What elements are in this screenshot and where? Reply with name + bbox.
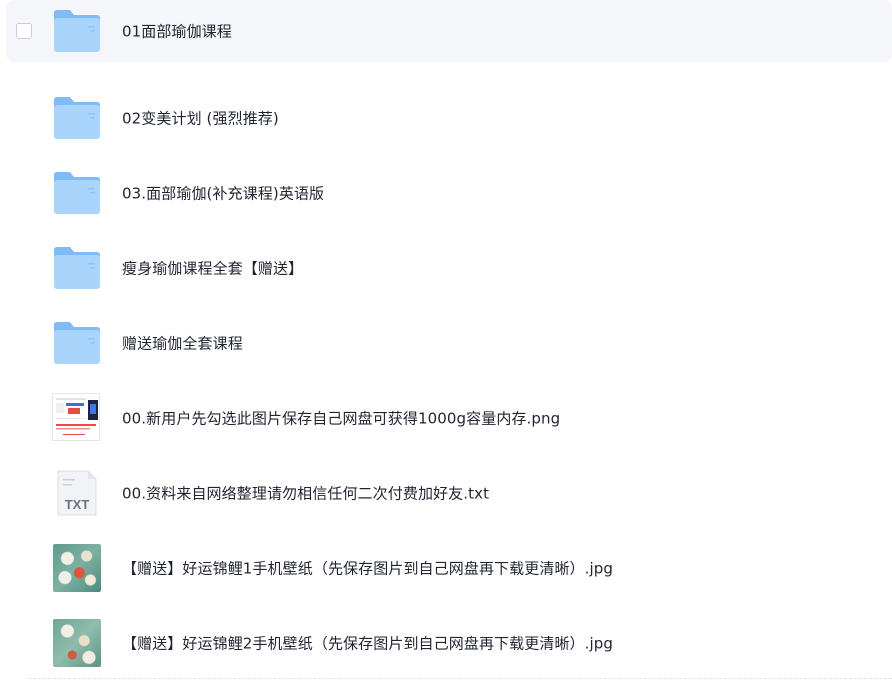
list-item-folder[interactable]: 瘦身瑜伽课程全套【赠送】 [0, 230, 892, 305]
file-name[interactable]: 00.资料来自网络整理请勿相信任何二次付费加好友.txt [122, 482, 489, 503]
folder-icon [52, 318, 102, 368]
txt-label: TXT [65, 497, 90, 512]
list-item-folder[interactable]: 02变美计划 (强烈推荐) [0, 80, 892, 155]
list-item-file[interactable]: 【赠送】好运锦鲤1手机壁纸（先保存图片到自己网盘再下载更清晰）.jpg [0, 530, 892, 605]
file-name[interactable]: 00.新用户先勾选此图片保存自己网盘可获得1000g容量内存.png [122, 407, 560, 428]
list-item-file[interactable]: TXT 00.资料来自网络整理请勿相信任何二次付费加好友.txt [0, 455, 892, 530]
txt-file-icon: TXT [52, 468, 102, 518]
file-name[interactable]: 【赠送】好运锦鲤1手机壁纸（先保存图片到自己网盘再下载更清晰）.jpg [122, 557, 613, 578]
folder-icon [52, 93, 102, 143]
select-checkbox[interactable] [16, 23, 32, 39]
image-thumbnail-icon [52, 392, 102, 443]
folder-icon [52, 168, 102, 218]
file-name[interactable]: 赠送瑜伽全套课程 [122, 332, 243, 353]
list-bottom-divider [28, 678, 892, 679]
folder-icon [52, 243, 102, 293]
file-name[interactable]: 02变美计划 (强烈推荐) [122, 107, 279, 128]
image-thumbnail-icon [52, 618, 102, 668]
list-item-file[interactable]: 【赠送】好运锦鲤2手机壁纸（先保存图片到自己网盘再下载更清晰）.jpg [0, 605, 892, 680]
list-item-folder[interactable]: 01面部瑜伽课程 [6, 0, 892, 62]
image-thumbnail-icon [52, 543, 102, 593]
list-item-folder[interactable]: 赠送瑜伽全套课程 [0, 305, 892, 380]
file-list: 01面部瑜伽课程 02变美计划 (强烈推荐) 03.面部瑜伽(补充课程)英语版 [0, 0, 892, 680]
folder-icon [52, 6, 102, 56]
list-item-folder[interactable]: 03.面部瑜伽(补充课程)英语版 [0, 155, 892, 230]
file-name[interactable]: 03.面部瑜伽(补充课程)英语版 [122, 182, 324, 203]
file-name[interactable]: 01面部瑜伽课程 [122, 21, 232, 42]
file-name[interactable]: 【赠送】好运锦鲤2手机壁纸（先保存图片到自己网盘再下载更清晰）.jpg [122, 632, 613, 653]
list-item-file[interactable]: 00.新用户先勾选此图片保存自己网盘可获得1000g容量内存.png [0, 380, 892, 455]
file-name[interactable]: 瘦身瑜伽课程全套【赠送】 [122, 257, 303, 278]
